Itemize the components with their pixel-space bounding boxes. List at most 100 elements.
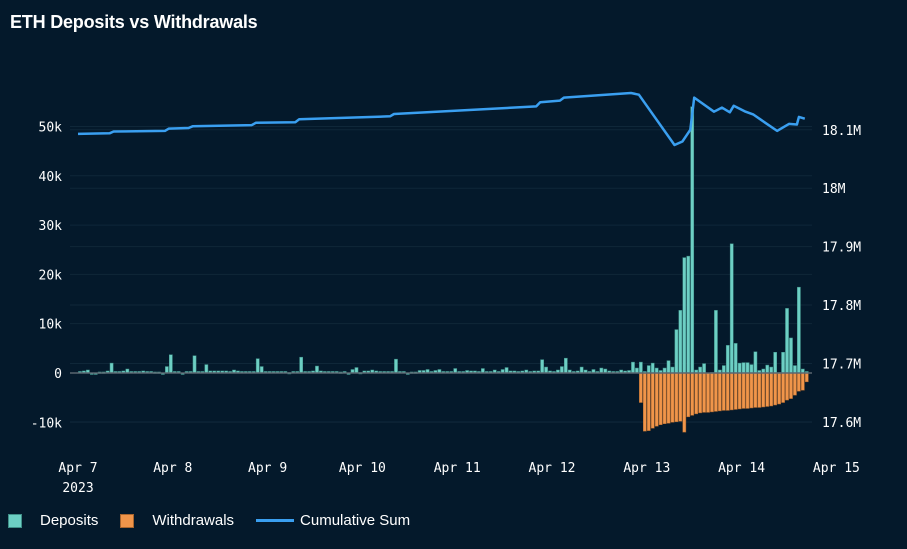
legend-item-deposits[interactable]: Deposits [8, 512, 98, 529]
x-tick-label: Apr 10 [339, 461, 386, 476]
deposit-bar [678, 310, 683, 374]
x-tick-year-label: 2023 [62, 481, 93, 496]
withdrawal-bar [718, 372, 722, 412]
deposit-bar [686, 255, 691, 374]
legend-label: Deposits [40, 512, 99, 529]
left-tick-label: -10k [31, 416, 62, 431]
deposit-bar [729, 243, 734, 374]
withdrawal-bar [733, 372, 738, 410]
deposit-bar [544, 366, 548, 374]
withdrawal-bar [714, 372, 718, 412]
deposit-bar [741, 362, 746, 374]
withdrawal-bar [643, 372, 647, 432]
withdrawal-bar [793, 372, 797, 396]
withdrawal-bar [773, 372, 777, 406]
chart-area: -10k 0 10k 20k 30k 40k 50k 17.6M 17.7M 17.8M 17.9M… [31, 91, 862, 496]
deposit-bar [690, 106, 695, 374]
deposit-bar [540, 359, 544, 374]
withdrawal-bar [781, 372, 785, 403]
deposit-bar [560, 366, 564, 374]
deposit-bar [579, 366, 584, 374]
deposit-bar [666, 360, 671, 374]
deposit-bar [714, 310, 718, 374]
withdrawal-bar [654, 372, 659, 427]
legend: Deposits Withdrawals Cumulative Sum [8, 512, 432, 529]
deposits-swatch-icon [8, 513, 22, 528]
withdrawal-bar [698, 372, 702, 414]
withdrawal-bar [797, 372, 801, 392]
deposit-bar [797, 286, 801, 374]
deposit-bar [315, 365, 319, 374]
withdrawal-bar [741, 372, 746, 409]
deposit-bar [504, 367, 509, 374]
withdrawal-bar [785, 372, 789, 401]
deposit-bar [682, 257, 687, 374]
deposit-bar [781, 352, 785, 374]
withdrawal-bar [761, 372, 766, 408]
deposit-bar [354, 367, 359, 374]
deposit-bar [769, 366, 774, 374]
bars [78, 106, 809, 433]
axes: -10k 0 10k 20k 30k 40k 50k 17.6M 17.7M 17.8M 17.9M… [31, 120, 862, 496]
deposit-bar [192, 355, 197, 374]
withdrawal-bar [646, 372, 651, 431]
withdrawal-bar [765, 372, 770, 407]
withdrawal-bar [789, 372, 793, 399]
withdrawal-bar [729, 372, 734, 411]
deposit-bar [394, 358, 398, 374]
right-tick-label: 17.6M [822, 416, 861, 431]
legend-item-cumulative-sum[interactable]: Cumulative Sum [256, 512, 410, 529]
withdrawal-bar [658, 372, 663, 425]
deposit-bar [785, 308, 789, 374]
withdrawal-bar [686, 372, 691, 418]
right-tick-label: 17.8M [822, 299, 861, 314]
x-tick-label: Apr 9 [248, 461, 287, 476]
withdrawal-bar [690, 372, 695, 416]
right-tick-label: 17.7M [822, 357, 861, 372]
legend-label: Cumulative Sum [300, 512, 411, 529]
x-tick-label: Apr 7 [58, 461, 97, 476]
cumulative-sum-line [77, 91, 806, 147]
x-tick-label: Apr 15 [813, 461, 860, 476]
right-tick-label: 18.1M [822, 124, 861, 139]
withdrawal-bar [678, 372, 683, 422]
deposit-bar [749, 364, 754, 374]
left-tick-label: 20k [39, 268, 63, 283]
withdrawal-bar [753, 372, 758, 408]
withdrawal-bar [801, 372, 805, 391]
withdrawal-bar [710, 372, 714, 413]
deposit-bar [650, 362, 655, 374]
withdrawal-bar [702, 372, 706, 413]
withdrawal-bar [749, 372, 754, 409]
x-tick-label: Apr 13 [623, 461, 670, 476]
deposit-bar [169, 354, 173, 374]
legend-item-withdrawals[interactable]: Withdrawals [120, 512, 234, 529]
deposit-bar [255, 358, 260, 374]
deposit-bar [646, 365, 651, 374]
left-tick-label: 50k [39, 120, 63, 135]
withdrawal-bar [706, 372, 710, 413]
withdrawal-bar [666, 372, 671, 424]
deposit-bar [698, 366, 702, 374]
withdrawal-bar [670, 372, 675, 423]
x-tick-label: Apr 8 [153, 461, 192, 476]
left-tick-label: 0 [54, 367, 62, 382]
withdrawal-bar [804, 372, 809, 383]
deposit-bar [765, 364, 770, 374]
line-swatch-icon [256, 519, 295, 522]
deposit-bar [674, 329, 679, 374]
right-tick-label: 18M [822, 182, 846, 197]
deposit-bar [109, 362, 114, 374]
withdrawal-bar [650, 372, 655, 429]
legend-label: Withdrawals [152, 512, 235, 529]
withdrawal-bar [777, 372, 781, 405]
deposit-bar [722, 365, 726, 374]
withdrawal-bar [769, 372, 774, 407]
withdrawal-bar [662, 372, 667, 424]
withdrawal-bar [725, 372, 730, 411]
deposit-bar [725, 345, 730, 374]
deposit-bar [789, 337, 793, 374]
withdrawals-swatch-icon [120, 513, 135, 528]
deposit-bar [165, 366, 169, 374]
deposit-bar [204, 364, 209, 374]
